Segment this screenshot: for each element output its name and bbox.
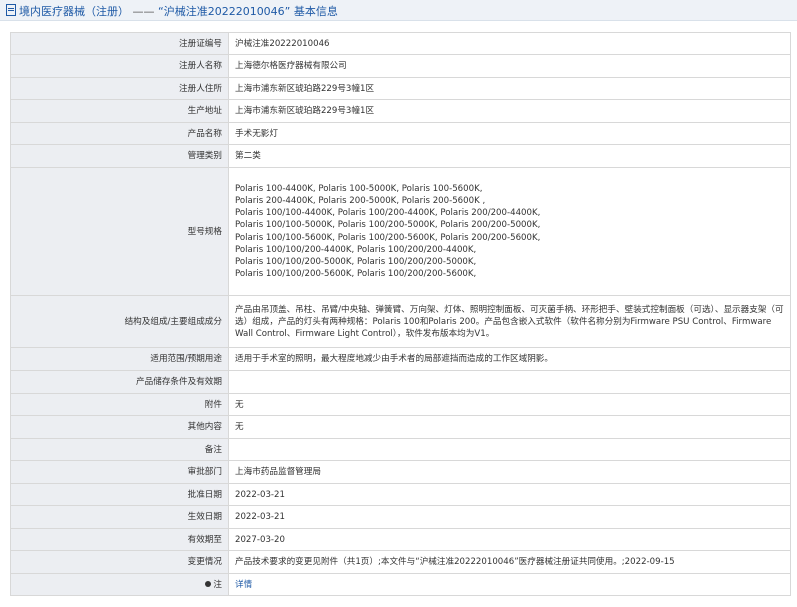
row-label: 注册人名称 xyxy=(10,54,229,78)
table-row: 批准日期 2022-03-21 xyxy=(10,483,791,506)
row-value: 产品技术要求的变更见附件（共1页）;本文件与“沪械注准20222010046”医… xyxy=(228,550,791,574)
row-value: 上海市浦东新区琥珀路229号3幢1区 xyxy=(228,99,791,123)
row-label: 管理类别 xyxy=(10,144,229,168)
table-row: 生效日期 2022-03-21 xyxy=(10,505,791,529)
row-label: 注册人住所 xyxy=(10,77,229,100)
table-row: 产品名称 手术无影灯 xyxy=(10,122,791,145)
document-icon xyxy=(6,4,16,16)
row-value: 上海市药品监督管理局 xyxy=(228,460,791,484)
page-header: 境内医疗器械（注册） —— “沪械注准20222010046” 基本信息 xyxy=(0,0,797,21)
table-row: 注册人住所 上海市浦东新区琥珀路229号3幢1区 xyxy=(10,77,791,100)
row-label: 型号规格 xyxy=(10,167,229,296)
row-value: 上海德尔格医疗器械有限公司 xyxy=(228,54,791,78)
table-row: 注 详情 xyxy=(10,573,791,596)
model-line: Polaris 100/100/200-4400K, Polaris 100/2… xyxy=(235,244,477,255)
table-row: 注册人名称 上海德尔格医疗器械有限公司 xyxy=(10,54,791,78)
bullet-icon xyxy=(205,580,212,587)
page-title: 境内医疗器械（注册） —— “沪械注准20222010046” 基本信息 xyxy=(6,3,338,19)
model-line: Polaris 100/100/200-5600K, Polaris 100/2… xyxy=(235,269,477,280)
record-title: “沪械注准20222010046” 基本信息 xyxy=(158,5,338,18)
row-value: 2022-03-21 xyxy=(228,505,791,529)
row-label: 产品储存条件及有效期 xyxy=(10,370,229,394)
info-table: 注册证编号 沪械注准20222010046 注册人名称 上海德尔格医疗器械有限公… xyxy=(10,32,791,596)
model-line: Polaris 100/100/200-5000K, Polaris 100/2… xyxy=(235,256,477,267)
row-value: 2027-03-20 xyxy=(228,528,791,551)
row-value: 沪械注准20222010046 xyxy=(228,32,791,55)
row-value: 第二类 xyxy=(228,144,791,168)
table-row: 结构及组成/主要组成成分 产品由吊顶盖、吊柱、吊臂/中央轴、弹簧臂、万向架、灯体… xyxy=(10,295,791,348)
row-label: 生效日期 xyxy=(10,505,229,529)
model-line: Polaris 100-4400K, Polaris 100-5000K, Po… xyxy=(235,183,483,194)
table-row: 审批部门 上海市药品监督管理局 xyxy=(10,460,791,484)
row-label: 附件 xyxy=(10,393,229,416)
structure-value: 产品由吊顶盖、吊柱、吊臂/中央轴、弹簧臂、万向架、灯体、照明控制面板、可灭菌手柄… xyxy=(228,295,791,348)
row-label: 审批部门 xyxy=(10,460,229,484)
details-link[interactable]: 详情 xyxy=(235,580,252,590)
table-row: 生产地址 上海市浦东新区琥珀路229号3幢1区 xyxy=(10,99,791,123)
row-label: 有效期至 xyxy=(10,528,229,551)
row-value: 无 xyxy=(228,393,791,416)
category-link[interactable]: 境内医疗器械（注册） xyxy=(19,5,129,18)
row-value: 无 xyxy=(228,415,791,439)
table-row: 有效期至 2027-03-20 xyxy=(10,528,791,551)
model-line: Polaris 100/100-5600K, Polaris 100/200-5… xyxy=(235,232,541,243)
title-separator: —— xyxy=(129,5,158,18)
row-value: 详情 xyxy=(228,573,791,596)
table-row: 型号规格 Polaris 100-4400K, Polaris 100-5000… xyxy=(10,167,791,296)
row-label: 批准日期 xyxy=(10,483,229,506)
model-line: Polaris 100/100-5000K, Polaris 100/200-5… xyxy=(235,220,541,231)
model-list: Polaris 100-4400K, Polaris 100-5000K, Po… xyxy=(228,167,791,296)
table-row: 适用范围/预期用途 适用于手术室的照明，最大程度地减少由手术者的局部遮挡而造成的… xyxy=(10,347,791,371)
row-label: 注 xyxy=(10,573,229,596)
row-label: 产品名称 xyxy=(10,122,229,145)
row-label: 注册证编号 xyxy=(10,32,229,55)
row-label: 适用范围/预期用途 xyxy=(10,347,229,371)
row-value xyxy=(228,370,791,394)
model-line: Polaris 200-4400K, Polaris 200-5000K, Po… xyxy=(235,195,486,206)
row-label: 其他内容 xyxy=(10,415,229,439)
row-value: 适用于手术室的照明，最大程度地减少由手术者的局部遮挡而造成的工作区域阴影。 xyxy=(228,347,791,371)
table-row: 产品储存条件及有效期 xyxy=(10,370,791,394)
table-row: 注册证编号 沪械注准20222010046 xyxy=(10,32,791,55)
row-value: 手术无影灯 xyxy=(228,122,791,145)
row-value: 2022-03-21 xyxy=(228,483,791,506)
row-label: 变更情况 xyxy=(10,550,229,574)
note-label: 注 xyxy=(213,579,222,590)
row-label: 生产地址 xyxy=(10,99,229,123)
table-row: 备注 xyxy=(10,438,791,461)
table-row: 其他内容 无 xyxy=(10,415,791,439)
row-label: 结构及组成/主要组成成分 xyxy=(10,295,229,348)
table-row: 变更情况 产品技术要求的变更见附件（共1页）;本文件与“沪械注准20222010… xyxy=(10,550,791,574)
model-line: Polaris 100/100-4400K, Polaris 100/200-4… xyxy=(235,208,541,219)
row-value: 上海市浦东新区琥珀路229号3幢1区 xyxy=(228,77,791,100)
row-label: 备注 xyxy=(10,438,229,461)
table-row: 管理类别 第二类 xyxy=(10,144,791,168)
table-row: 附件 无 xyxy=(10,393,791,416)
row-value xyxy=(228,438,791,461)
